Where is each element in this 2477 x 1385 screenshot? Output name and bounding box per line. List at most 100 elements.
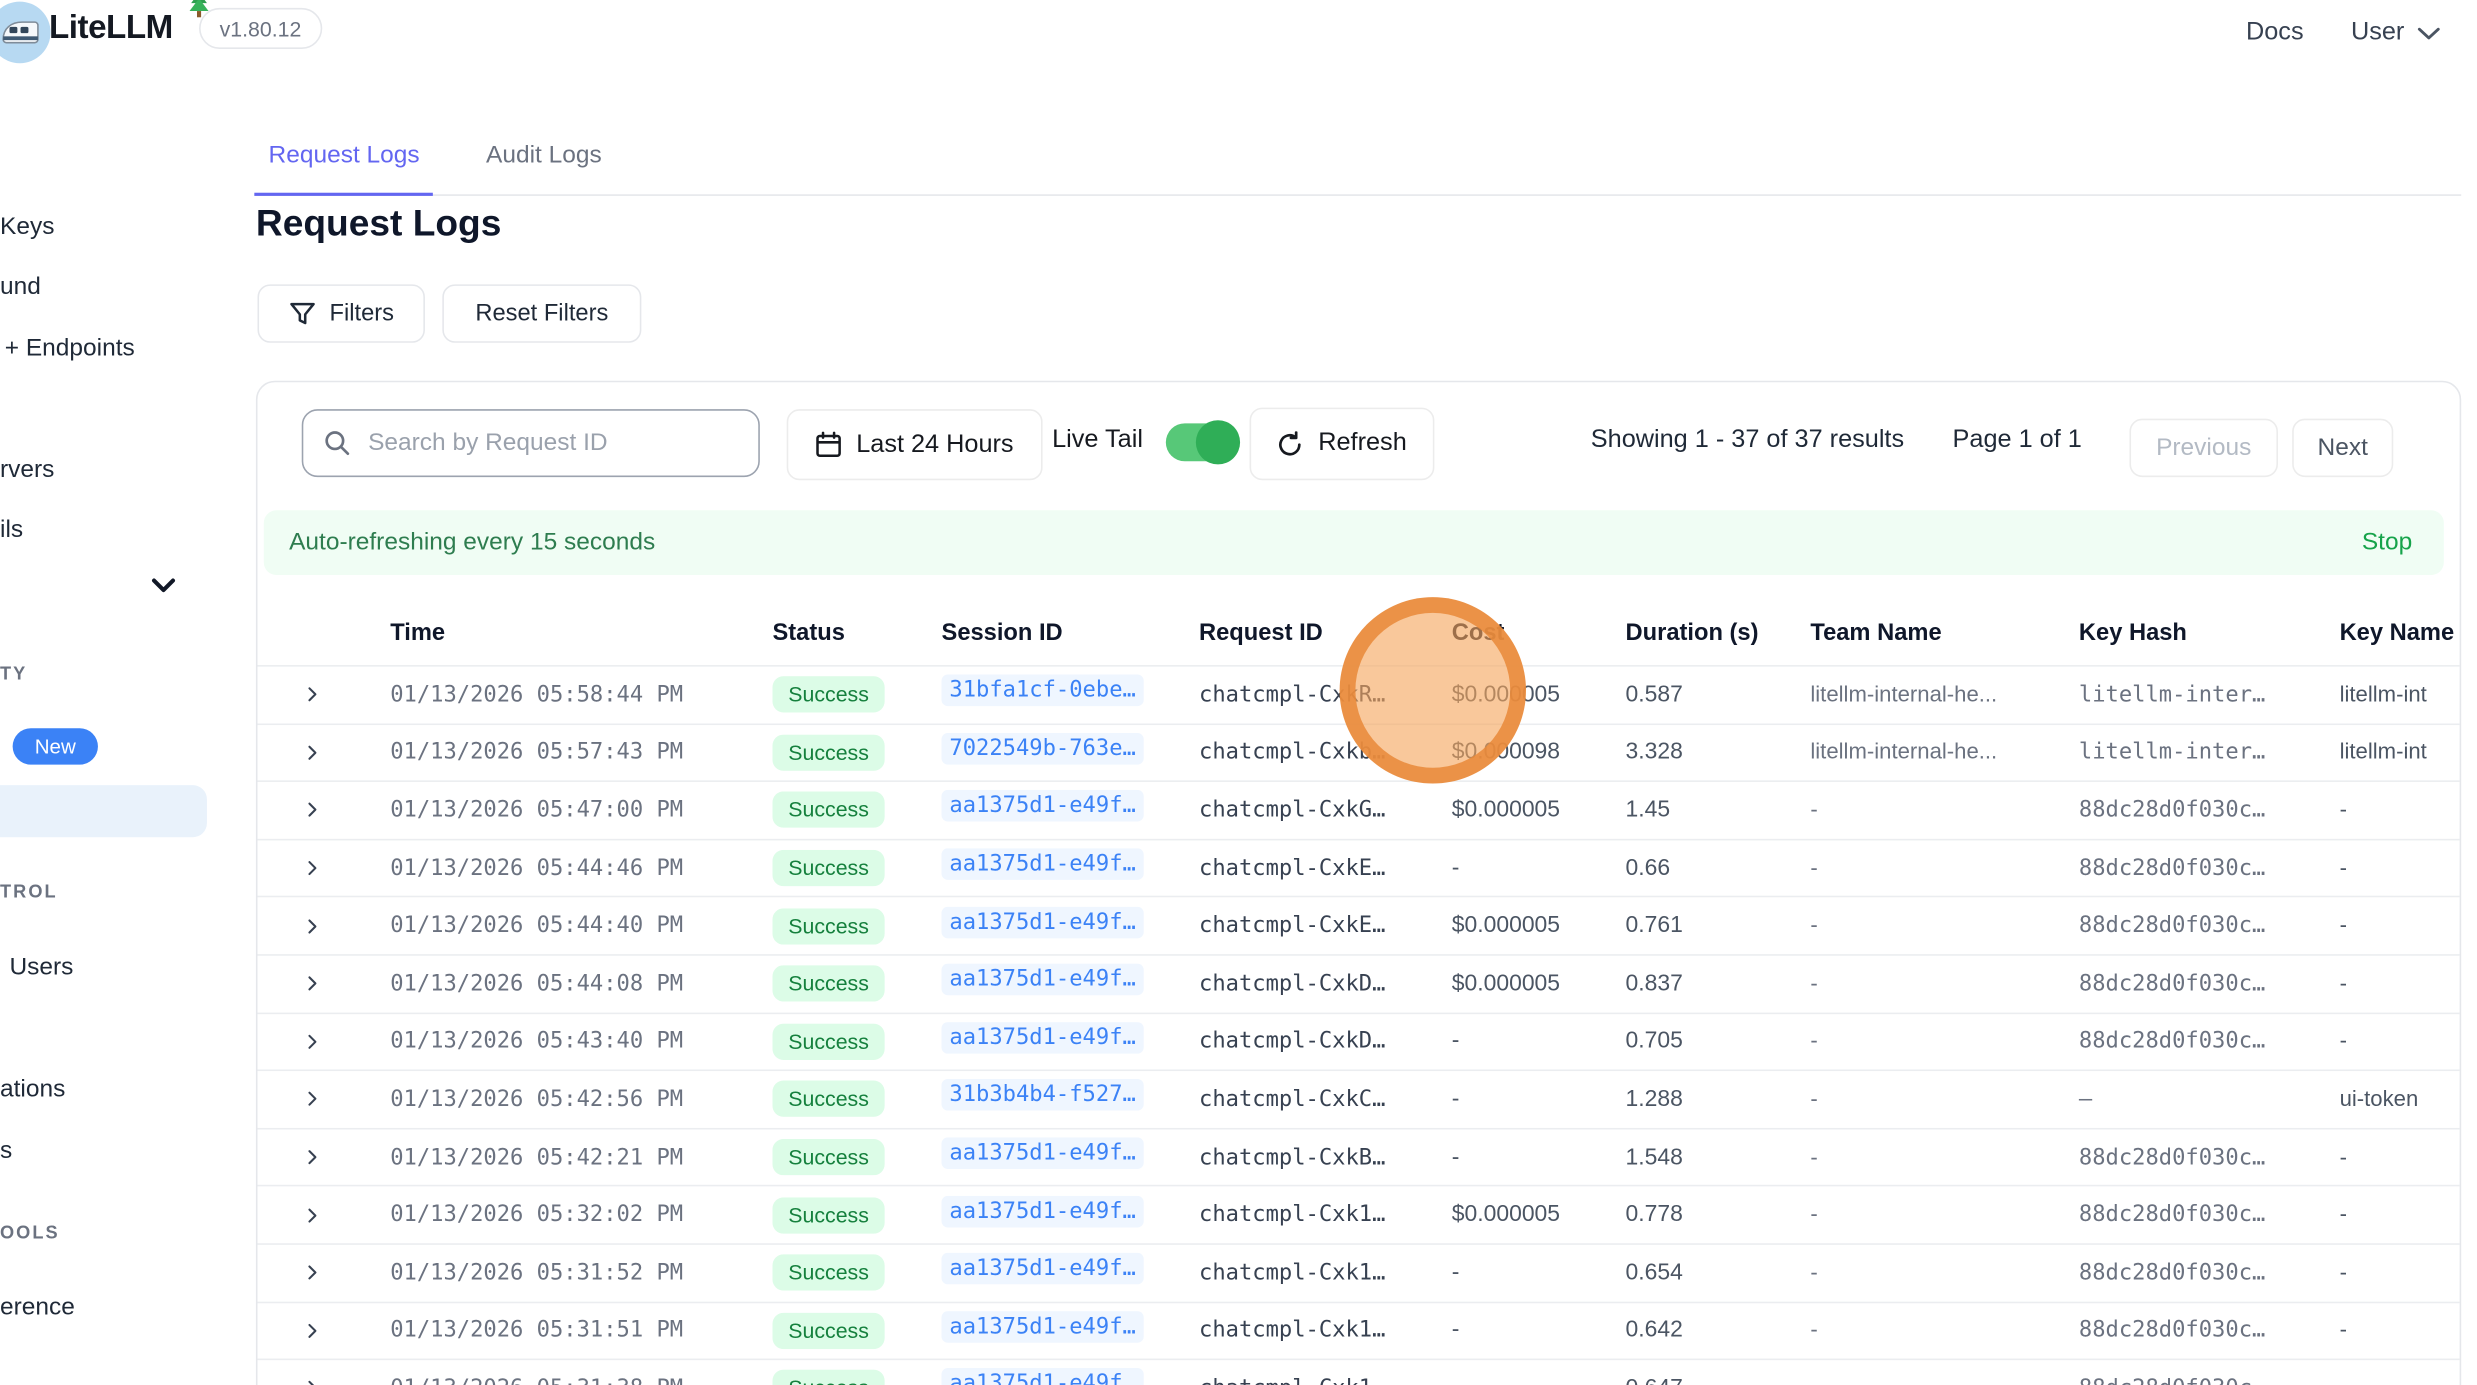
- session-id-link[interactable]: 31b3b4b4-f527…: [942, 1080, 1144, 1112]
- table-row[interactable]: 01/13/2026 05:31:52 PMSuccessaa1375d1-e4…: [257, 1243, 2459, 1301]
- session-id-cell[interactable]: aa1375d1-e49f…: [916, 1311, 1173, 1350]
- stop-auto-refresh-link[interactable]: Stop: [2362, 528, 2412, 556]
- session-id-link[interactable]: aa1375d1-e49f…: [942, 1195, 1144, 1227]
- table-row[interactable]: 01/13/2026 05:44:08 PMSuccessaa1375d1-e4…: [257, 954, 2459, 1012]
- chevron-right-icon[interactable]: [302, 684, 323, 705]
- new-badge: New: [13, 728, 98, 764]
- expand-row-cell[interactable]: [286, 1378, 365, 1385]
- chevron-right-icon[interactable]: [302, 858, 323, 879]
- sidebar-item-guardrails[interactable]: ils: [0, 517, 23, 544]
- session-id-link[interactable]: aa1375d1-e49f…: [942, 906, 1144, 938]
- session-id-link[interactable]: aa1375d1-e49f…: [942, 1369, 1144, 1385]
- tab-request-logs[interactable]: Request Logs: [254, 133, 432, 196]
- session-id-link[interactable]: aa1375d1-e49f…: [942, 1311, 1144, 1343]
- session-id-link[interactable]: aa1375d1-e49f…: [942, 1022, 1144, 1054]
- chevron-right-icon[interactable]: [302, 1205, 323, 1226]
- session-id-link[interactable]: aa1375d1-e49f…: [942, 848, 1144, 880]
- session-id-cell[interactable]: aa1375d1-e49f…: [916, 1195, 1173, 1234]
- sidebar-item-organizations[interactable]: ations: [0, 1076, 65, 1103]
- session-id-link[interactable]: aa1375d1-e49f…: [942, 791, 1144, 823]
- table-row[interactable]: 01/13/2026 05:44:46 PMSuccessaa1375d1-e4…: [257, 838, 2459, 896]
- table-row[interactable]: 01/13/2026 05:43:40 PMSuccessaa1375d1-e4…: [257, 1012, 2459, 1070]
- key-name-cell: -: [2314, 970, 2461, 998]
- session-id-link[interactable]: aa1375d1-e49f…: [942, 1137, 1144, 1169]
- expand-row-cell[interactable]: [286, 800, 365, 821]
- chevron-right-icon[interactable]: [302, 1263, 323, 1284]
- expand-row-cell[interactable]: [286, 858, 365, 879]
- live-tail-toggle[interactable]: [1166, 423, 1236, 461]
- table-row[interactable]: 01/13/2026 05:42:56 PMSuccess31b3b4b4-f5…: [257, 1070, 2459, 1128]
- tab-audit-logs[interactable]: Audit Logs: [472, 133, 615, 194]
- team-name-cell: -: [1785, 1027, 2054, 1055]
- session-id-cell[interactable]: aa1375d1-e49f…: [916, 1137, 1173, 1176]
- session-id-link[interactable]: aa1375d1-e49f…: [942, 964, 1144, 996]
- duration-value: 0.654: [1626, 1260, 1683, 1285]
- session-id-link[interactable]: 31bfa1cf-0ebe…: [942, 675, 1144, 707]
- auto-refresh-text: Auto-refreshing every 15 seconds: [289, 528, 655, 556]
- chevron-right-icon[interactable]: [302, 1378, 323, 1385]
- sidebar-item-teams[interactable]: s: [0, 1137, 12, 1164]
- sidebar-item-api-reference[interactable]: erence: [0, 1294, 75, 1321]
- auto-refresh-banner: Auto-refreshing every 15 seconds Stop: [264, 510, 2444, 575]
- user-menu-label[interactable]: User: [2351, 19, 2404, 47]
- expand-row-cell[interactable]: [286, 1320, 365, 1341]
- session-id-cell[interactable]: 31b3b4b4-f527…: [916, 1080, 1173, 1119]
- table-row[interactable]: 01/13/2026 05:42:21 PMSuccessaa1375d1-e4…: [257, 1128, 2459, 1186]
- table-row[interactable]: 01/13/2026 05:32:02 PMSuccessaa1375d1-e4…: [257, 1185, 2459, 1243]
- session-id-cell[interactable]: 31bfa1cf-0ebe…: [916, 675, 1173, 714]
- status-cell: Success: [747, 966, 916, 1002]
- session-id-cell[interactable]: aa1375d1-e49f…: [916, 848, 1173, 887]
- previous-page-button[interactable]: Previous: [2129, 419, 2277, 477]
- session-id-cell[interactable]: aa1375d1-e49f…: [916, 791, 1173, 830]
- expand-row-cell[interactable]: [286, 1147, 365, 1168]
- session-id-link[interactable]: aa1375d1-e49f…: [942, 1253, 1144, 1285]
- sidebar-item-keys[interactable]: Keys: [0, 213, 54, 240]
- expand-row-cell[interactable]: [286, 684, 365, 705]
- session-id-link[interactable]: 7022549b-763e…: [942, 733, 1144, 765]
- chevron-right-icon[interactable]: [302, 1147, 323, 1168]
- chevron-right-icon[interactable]: [302, 916, 323, 937]
- chevron-right-icon[interactable]: [302, 1320, 323, 1341]
- table-row[interactable]: 01/13/2026 05:47:00 PMSuccessaa1375d1-e4…: [257, 781, 2459, 839]
- table-row[interactable]: 01/13/2026 05:31:38 PMSuccessaa1375d1-e4…: [257, 1359, 2459, 1385]
- search-input[interactable]: [365, 427, 719, 459]
- time-value: 01/13/2026 05:42:56 PM: [390, 1087, 683, 1112]
- chevron-right-icon[interactable]: [302, 800, 323, 821]
- chevron-down-icon[interactable]: [152, 578, 176, 594]
- chevron-right-icon[interactable]: [302, 1031, 323, 1052]
- sidebar-item-playground[interactable]: und: [0, 273, 41, 300]
- chevron-right-icon[interactable]: [302, 1089, 323, 1110]
- expand-row-cell[interactable]: [286, 1205, 365, 1226]
- next-page-button[interactable]: Next: [2292, 419, 2393, 477]
- refresh-button[interactable]: Refresh: [1250, 408, 1435, 481]
- sidebar-item-users[interactable]: Users: [9, 954, 73, 981]
- expand-row-cell[interactable]: [286, 1089, 365, 1110]
- expand-row-cell[interactable]: [286, 974, 365, 995]
- expand-row-cell[interactable]: [286, 1263, 365, 1284]
- session-id-cell[interactable]: aa1375d1-e49f…: [916, 1022, 1173, 1061]
- search-box[interactable]: [302, 409, 760, 477]
- table-row[interactable]: 01/13/2026 05:31:51 PMSuccessaa1375d1-e4…: [257, 1301, 2459, 1359]
- expand-row-cell[interactable]: [286, 742, 365, 763]
- expand-row-cell[interactable]: [286, 1031, 365, 1052]
- filters-button[interactable]: Filters: [257, 284, 424, 342]
- session-id-cell[interactable]: aa1375d1-e49f…: [916, 964, 1173, 1003]
- expand-row-cell[interactable]: [286, 916, 365, 937]
- sidebar-item-models-endpoints[interactable]: + Endpoints: [5, 335, 135, 362]
- sidebar-item-logs-selected[interactable]: [0, 785, 207, 837]
- table-row[interactable]: 01/13/2026 05:44:40 PMSuccessaa1375d1-e4…: [257, 896, 2459, 954]
- session-id-cell[interactable]: aa1375d1-e49f…: [916, 1253, 1173, 1292]
- logs-toolbar: Last 24 Hours Live Tail Refresh Showing …: [257, 382, 2459, 510]
- sidebar-item-servers[interactable]: rvers: [0, 457, 54, 484]
- key-hash-cell: 88dc28d0f030c…: [2054, 1201, 2315, 1229]
- session-id-cell[interactable]: 7022549b-763e…: [916, 733, 1173, 772]
- user-menu[interactable]: User: [2351, 19, 2441, 47]
- docs-link[interactable]: Docs: [2246, 19, 2304, 47]
- session-id-cell[interactable]: aa1375d1-e49f…: [916, 1369, 1173, 1385]
- chevron-right-icon[interactable]: [302, 742, 323, 763]
- session-id-cell[interactable]: aa1375d1-e49f…: [916, 906, 1173, 945]
- reset-filters-button[interactable]: Reset Filters: [442, 284, 641, 342]
- chevron-right-icon[interactable]: [302, 974, 323, 995]
- request-id-cell: chatcmpl-Cxk1…: [1174, 1374, 1427, 1385]
- time-range-button[interactable]: Last 24 Hours: [787, 409, 1042, 480]
